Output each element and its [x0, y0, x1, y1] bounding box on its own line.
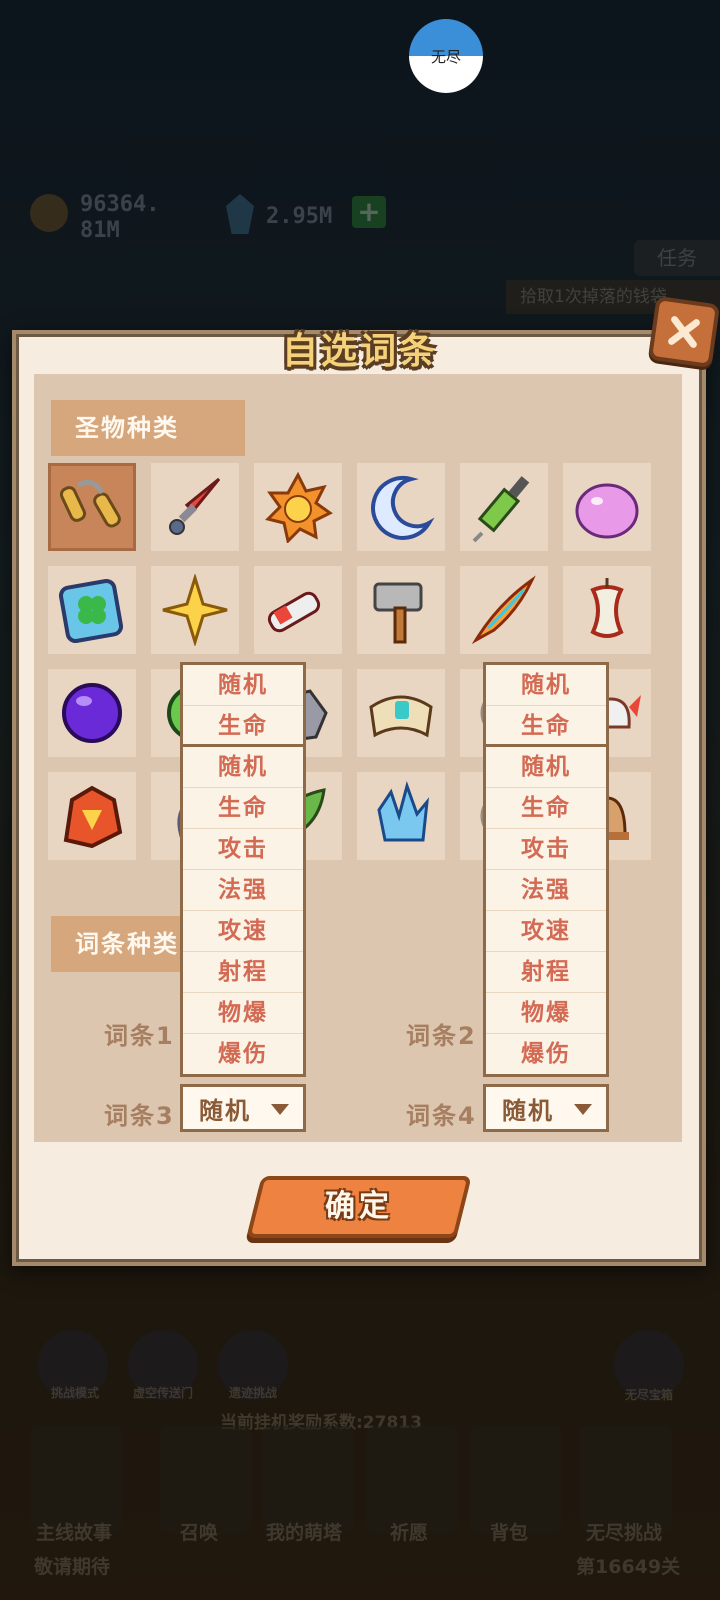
gold-shuriken-icon: [162, 574, 228, 646]
chevron-down-icon: [271, 1104, 289, 1115]
affix-4-dropdown[interactable]: 随机: [483, 1084, 609, 1132]
hammer-icon: [373, 582, 423, 644]
battery-icon: [267, 591, 321, 633]
dropdown-option[interactable]: 射程: [183, 952, 303, 993]
dropdown-option[interactable]: 攻速: [486, 911, 606, 952]
dropdown-option[interactable]: 物爆: [486, 993, 606, 1034]
affix-1-dropdown-partial: 随机 生命: [180, 662, 306, 749]
red-dagger-icon: [169, 477, 221, 535]
blue-crystal-icon: [377, 780, 430, 842]
dropdown-option[interactable]: 生命: [183, 788, 303, 829]
dropdown-option[interactable]: 法强: [486, 870, 606, 911]
relic-slot[interactable]: [254, 566, 342, 654]
endless-mode-badge[interactable]: 无尽: [409, 19, 483, 93]
relic-slot[interactable]: [460, 566, 548, 654]
dropdown-option[interactable]: 攻击: [183, 829, 303, 870]
dropdown-option[interactable]: 爆伤: [183, 1034, 303, 1074]
relic-slot[interactable]: [48, 669, 136, 757]
affix-row-label-3: 词条3: [104, 1102, 175, 1130]
spellbook-icon: [369, 695, 433, 738]
pink-slime-icon: [575, 483, 639, 539]
dropdown-option[interactable]: 生命: [486, 706, 606, 746]
dropdown-option[interactable]: 随机: [183, 747, 303, 788]
relic-slot[interactable]: [151, 566, 239, 654]
relic-slot[interactable]: [151, 463, 239, 551]
affix-3-value: 随机: [199, 1096, 251, 1125]
nunchaku-icon: [59, 479, 121, 528]
dialog-title: 自选词条: [281, 331, 438, 372]
dropdown-option[interactable]: 随机: [486, 747, 606, 788]
affix-row-label-2: 词条2: [406, 1022, 477, 1050]
relic-slot[interactable]: [48, 772, 136, 860]
purple-orb-icon: [62, 683, 122, 743]
affix-row-label-4: 词条4: [406, 1102, 477, 1130]
dropdown-option[interactable]: 攻击: [486, 829, 606, 870]
dropdown-option[interactable]: 随机: [486, 665, 606, 706]
sun-icon: [265, 471, 333, 543]
chevron-down-icon: [574, 1104, 592, 1115]
affix-2-dropdown-list: 随机 生命 攻击 法强 攻速 射程 物爆 爆伤: [483, 744, 609, 1077]
close-icon: [668, 316, 700, 348]
crescent-moon-icon: [371, 475, 435, 540]
dropdown-option[interactable]: 爆伤: [486, 1034, 606, 1074]
relic-slot[interactable]: [563, 566, 651, 654]
dropdown-option[interactable]: 随机: [183, 665, 303, 706]
dropdown-option[interactable]: 攻速: [183, 911, 303, 952]
dragon-crest-icon: [63, 785, 123, 849]
dropdown-option[interactable]: 法强: [183, 870, 303, 911]
relic-slot[interactable]: [48, 566, 136, 654]
clover-card-icon: [58, 578, 124, 644]
confirm-button[interactable]: 确定: [246, 1176, 472, 1238]
relic-slot[interactable]: [357, 669, 445, 757]
relic-slot[interactable]: [357, 772, 445, 860]
relic-type-section: 圣物种类: [51, 400, 245, 456]
relic-slot[interactable]: [254, 463, 342, 551]
affix-1-dropdown-list: 随机 生命 攻击 法强 攻速 射程 物爆 爆伤: [180, 744, 306, 1077]
relic-slot[interactable]: [563, 463, 651, 551]
affix-row-label-1: 词条1: [104, 1022, 175, 1050]
syringe-icon: [472, 476, 530, 543]
flame-feather-icon: [471, 575, 536, 645]
relic-slot[interactable]: [460, 463, 548, 551]
relic-slot[interactable]: [357, 463, 445, 551]
dropdown-option[interactable]: 射程: [486, 952, 606, 993]
close-button[interactable]: [647, 295, 720, 369]
dropdown-option[interactable]: 物爆: [183, 993, 303, 1034]
dropdown-option[interactable]: 生命: [183, 706, 303, 746]
affix-4-value: 随机: [502, 1096, 554, 1125]
confirm-button-label: 确定: [325, 1189, 393, 1224]
relic-slot[interactable]: [357, 566, 445, 654]
relic-slot[interactable]: [48, 463, 136, 551]
dropdown-option[interactable]: 生命: [486, 788, 606, 829]
affix-2-dropdown-partial: 随机 生命: [483, 662, 609, 749]
apple-core-icon: [590, 578, 624, 638]
affix-3-dropdown[interactable]: 随机: [180, 1084, 306, 1132]
